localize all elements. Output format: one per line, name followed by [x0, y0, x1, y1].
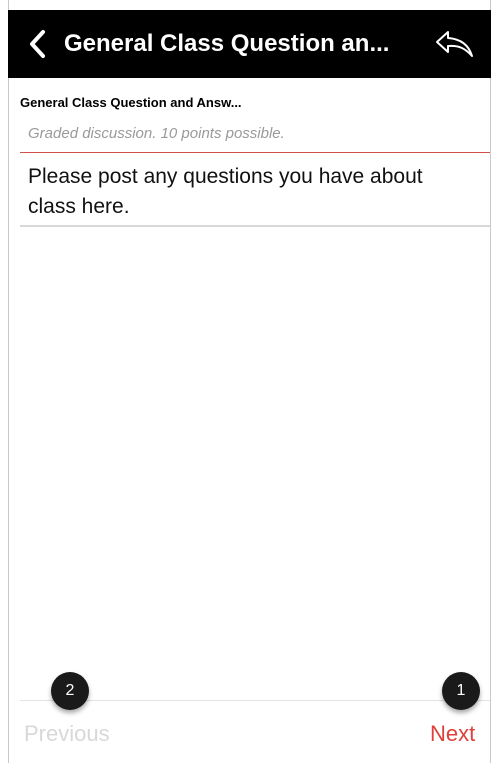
reply-arrow-icon: [436, 31, 473, 57]
reply-button[interactable]: [434, 28, 476, 60]
discussion-subtitle: Graded discussion. 10 points possible.: [28, 125, 285, 142]
header-divider: [20, 152, 490, 153]
page-title: General Class Question an...: [64, 30, 390, 57]
next-button[interactable]: Next: [430, 721, 475, 747]
chevron-left-icon: [30, 30, 45, 58]
navigation-bar: General Class Question an...: [8, 10, 491, 78]
footer-divider: [20, 700, 490, 701]
discussion-title: General Class Question and Answ...: [20, 95, 242, 110]
callout-marker-next: 1: [442, 672, 480, 710]
back-button[interactable]: [26, 28, 50, 60]
discussion-message: Please post any questions you have about…: [28, 165, 423, 218]
screen-frame: [8, 0, 491, 763]
discussion-header: General Class Question and Answ... Grade…: [20, 95, 490, 142]
callout-marker-previous: 2: [51, 672, 89, 710]
message-divider: [20, 225, 490, 227]
previous-button[interactable]: Previous: [24, 721, 110, 747]
